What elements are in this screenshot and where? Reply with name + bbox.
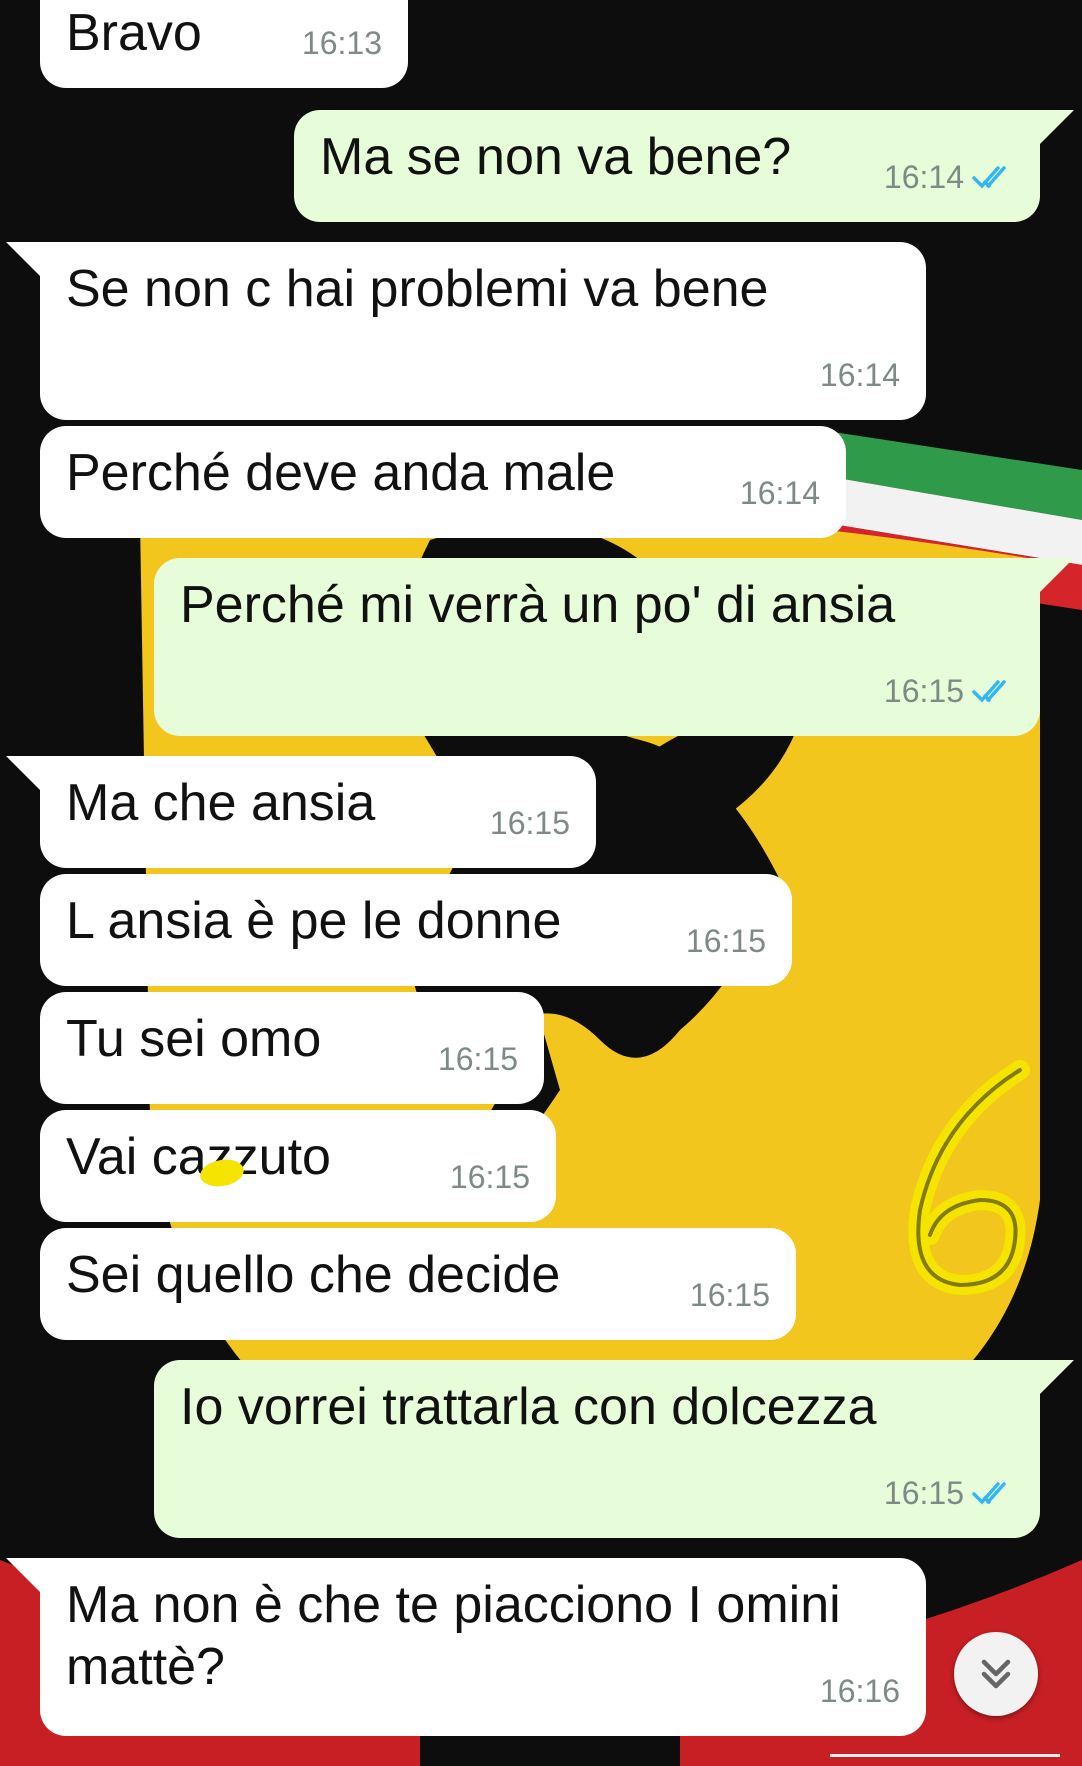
message-text: Vai cazzuto [66,1128,331,1186]
message-time: 16:15 [685,923,766,959]
message-bubble-incoming[interactable]: Ma che ansia 16:15 [40,756,596,868]
message-time: 16:15 [489,805,570,841]
message-text: Sei quello che decide [66,1246,561,1304]
message-text: Ma se non va bene? [320,128,792,186]
message-time: 16:15 [689,1277,770,1313]
message-time: 16:15 [449,1159,530,1195]
message-bubble-incoming[interactable]: Ma non è che te piacciono I omini mattè?… [40,1558,926,1736]
double-chevron-down-icon [981,1659,1011,1689]
message-bubble-outgoing[interactable]: Perché mi verrà un po' di ansia 16:15 [154,558,1040,736]
message-bubble-incoming[interactable]: L ansia è pe le donne 16:15 [40,874,792,986]
message-time: 16:15 [883,673,964,709]
message-time: 16:14 [883,159,964,195]
drawn-six-doodle [908,1060,1030,1295]
message-time: 16:16 [819,1673,900,1709]
double-check-icon [972,1482,1006,1505]
bottom-divider [830,1754,1060,1757]
message-time: 16:13 [301,25,382,61]
message-text: Ma che ansia [66,774,376,832]
bubble-tail [6,242,40,276]
double-check-icon [972,680,1006,703]
message-time: 16:15 [883,1475,964,1511]
bubble-tail [6,756,40,790]
message-text: Perché mi verrà un po' di ansia [180,576,896,634]
scroll-to-bottom-button[interactable] [954,1632,1038,1716]
message-text: Se non c hai problemi va bene [66,260,769,318]
message-text: Tu sei omo [66,1010,322,1068]
message-bubble-incoming[interactable]: Se non c hai problemi va bene 16:14 [40,242,926,420]
message-time: 16:15 [437,1041,518,1077]
message-text: Io vorrei trattarla con dolcezza [180,1378,877,1436]
bubble-tail [1040,1360,1074,1394]
message-time: 16:14 [819,357,900,393]
message-bubble-outgoing[interactable]: Io vorrei trattarla con dolcezza 16:15 [154,1360,1040,1538]
message-bubble-incoming[interactable]: Sei quello che decide 16:15 [40,1228,796,1340]
double-check-icon [972,166,1006,189]
message-time: 16:14 [739,475,820,511]
message-bubble-incoming[interactable]: Vai cazzuto 16:15 [40,1110,556,1222]
message-bubble-incoming[interactable]: Bravo 16:13 [40,0,408,88]
bubble-tail [6,1558,40,1592]
message-text: Perché deve anda male [66,444,616,502]
bubble-tail [1040,110,1074,144]
message-text: Ma non è che te piacciono I omini mattè? [66,1576,841,1696]
message-text: Bravo [66,4,202,62]
message-bubble-incoming[interactable]: Perché deve anda male 16:14 [40,426,846,538]
bubble-tail [1040,558,1074,592]
message-bubble-incoming[interactable]: Tu sei omo 16:15 [40,992,544,1104]
message-bubble-outgoing[interactable]: Ma se non va bene? 16:14 [294,110,1040,222]
message-text: L ansia è pe le donne [66,892,562,950]
